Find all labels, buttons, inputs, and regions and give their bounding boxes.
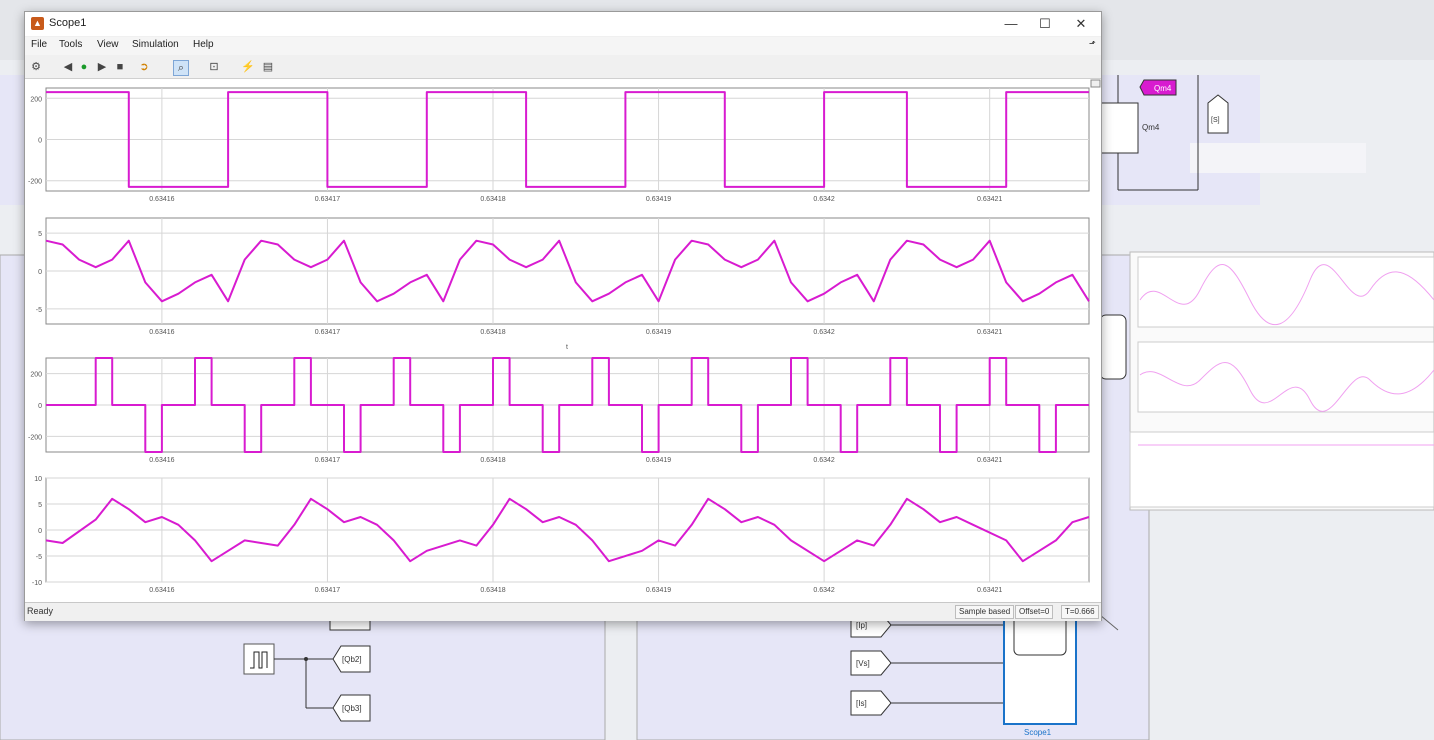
y-tick-label: 200 <box>30 96 42 103</box>
y-tick-label: -200 <box>28 179 42 186</box>
menu-bar: File Tools View Simulation Help ⬏ <box>25 37 1101 55</box>
plots-svg[interactable]: 200 0 -200 0.63416 0.63417 0.63418 0.63419 0.63… <box>25 79 1101 602</box>
x-tick-label: 0.6342 <box>813 329 835 336</box>
scope-window[interactable]: ▲ Scope1 — ☐ ✕ File Tools View Simulatio… <box>24 11 1102 621</box>
status-ready: Ready <box>27 606 54 616</box>
x-tick-label: 0.6342 <box>813 457 835 464</box>
status-offset: Offset=0 <box>1015 605 1054 619</box>
x-tick-label: 0.63421 <box>977 329 1002 336</box>
y-tick-label: 200 <box>30 372 42 379</box>
y-tick-label: 10 <box>34 476 42 483</box>
x-tick-label: 0.63417 <box>315 329 340 336</box>
y-tick-label: 0 <box>38 138 42 145</box>
x-tick-label: 0.63418 <box>480 196 505 203</box>
x-tick-label: 0.63421 <box>977 587 1002 594</box>
menu-file[interactable]: File <box>31 39 47 50</box>
y-tick-label: -200 <box>28 434 42 441</box>
y-tick-label: -10 <box>32 580 42 587</box>
x-tick-label: 0.63416 <box>149 329 174 336</box>
y-tick-label: -5 <box>36 307 42 314</box>
x-tick-label: 0.6342 <box>813 196 835 203</box>
highlight-icon[interactable]: ➲ <box>137 60 151 74</box>
x-tick-label: 0.63417 <box>315 196 340 203</box>
x-tick-label: 0.63416 <box>149 196 174 203</box>
menu-help[interactable]: Help <box>193 39 214 50</box>
status-bar: Ready Sample based Offset=0 T=0.666 <box>25 602 1101 621</box>
menu-tools[interactable]: Tools <box>59 39 82 50</box>
matlab-icon: ▲ <box>31 17 44 30</box>
svg-text:[S]: [S] <box>1211 117 1220 124</box>
y-tick-label: 5 <box>38 502 42 509</box>
x-tick-label: 0.6342 <box>813 587 835 594</box>
x-tick-label: 0.63418 <box>480 457 505 464</box>
y-tick-label: 5 <box>38 231 42 238</box>
label-qm4: Qm4 <box>1142 123 1160 132</box>
x-tick-label: 0.63419 <box>646 329 671 336</box>
maximize-icon[interactable]: ☐ <box>1031 14 1059 34</box>
zoom-icon[interactable]: ⌕ <box>173 60 189 76</box>
x-cursor-label: t <box>566 344 568 351</box>
svg-text:[Is]: [Is] <box>856 699 867 708</box>
window-title: Scope1 <box>49 17 87 29</box>
x-tick-label: 0.63416 <box>149 457 174 464</box>
svg-text:[Qb3]: [Qb3] <box>342 704 362 713</box>
x-tick-label: 0.63417 <box>315 457 340 464</box>
y-tick-label: 0 <box>38 269 42 276</box>
tag-qm4-text: Qm4 <box>1154 84 1172 93</box>
x-tick-label: 0.63421 <box>977 196 1002 203</box>
menu-view[interactable]: View <box>97 39 119 50</box>
svg-text:[Qb2]: [Qb2] <box>342 655 362 664</box>
toolbar: ⚙ ◀ ● ▶ ■ ➲ ⌕ ⊡ ⚡ ▤ <box>25 56 1101 79</box>
run-icon[interactable]: ● <box>77 60 91 74</box>
y-tick-label: 0 <box>38 403 42 410</box>
y-tick-label: -5 <box>36 554 42 561</box>
switch-block <box>1099 102 1139 154</box>
y-tick-label: 0 <box>38 528 42 535</box>
x-tick-label: 0.63421 <box>977 457 1002 464</box>
svg-text:[Ip]: [Ip] <box>856 621 867 630</box>
scope1-block-label: Scope1 <box>1024 728 1052 737</box>
status-time: T=0.666 <box>1061 605 1099 619</box>
gear-icon[interactable]: ⚙ <box>29 60 43 74</box>
fit-icon[interactable]: ⊡ <box>207 60 221 74</box>
title-bar[interactable]: ▲ Scope1 — ☐ ✕ <box>25 12 1101 36</box>
x-tick-label: 0.63416 <box>149 587 174 594</box>
x-tick-label: 0.63419 <box>646 457 671 464</box>
menu-simulation[interactable]: Simulation <box>132 39 179 50</box>
from-tag-small <box>1207 94 1229 134</box>
x-tick-label: 0.63418 <box>480 587 505 594</box>
step-forward-icon[interactable]: ▶ <box>95 60 109 74</box>
x-tick-label: 0.63419 <box>646 196 671 203</box>
status-mode: Sample based <box>955 605 1015 619</box>
legend-toggle-icon <box>1090 79 1101 88</box>
measure-icon[interactable]: ▤ <box>261 60 275 74</box>
trigger-icon[interactable]: ⚡ <box>241 60 255 74</box>
close-icon[interactable]: ✕ <box>1067 14 1095 34</box>
step-back-icon[interactable]: ◀ <box>61 60 75 74</box>
stop-icon[interactable]: ■ <box>113 60 127 74</box>
x-tick-label: 0.63419 <box>646 587 671 594</box>
plot-area[interactable]: 200 0 -200 0.63416 0.63417 0.63418 0.63419 0.63… <box>25 79 1101 602</box>
minimize-icon[interactable]: — <box>997 14 1025 34</box>
svg-text:[Vs]: [Vs] <box>856 659 870 668</box>
undock-icon[interactable]: ⬏ <box>1089 39 1096 48</box>
x-tick-label: 0.63418 <box>480 329 505 336</box>
x-tick-label: 0.63417 <box>315 587 340 594</box>
